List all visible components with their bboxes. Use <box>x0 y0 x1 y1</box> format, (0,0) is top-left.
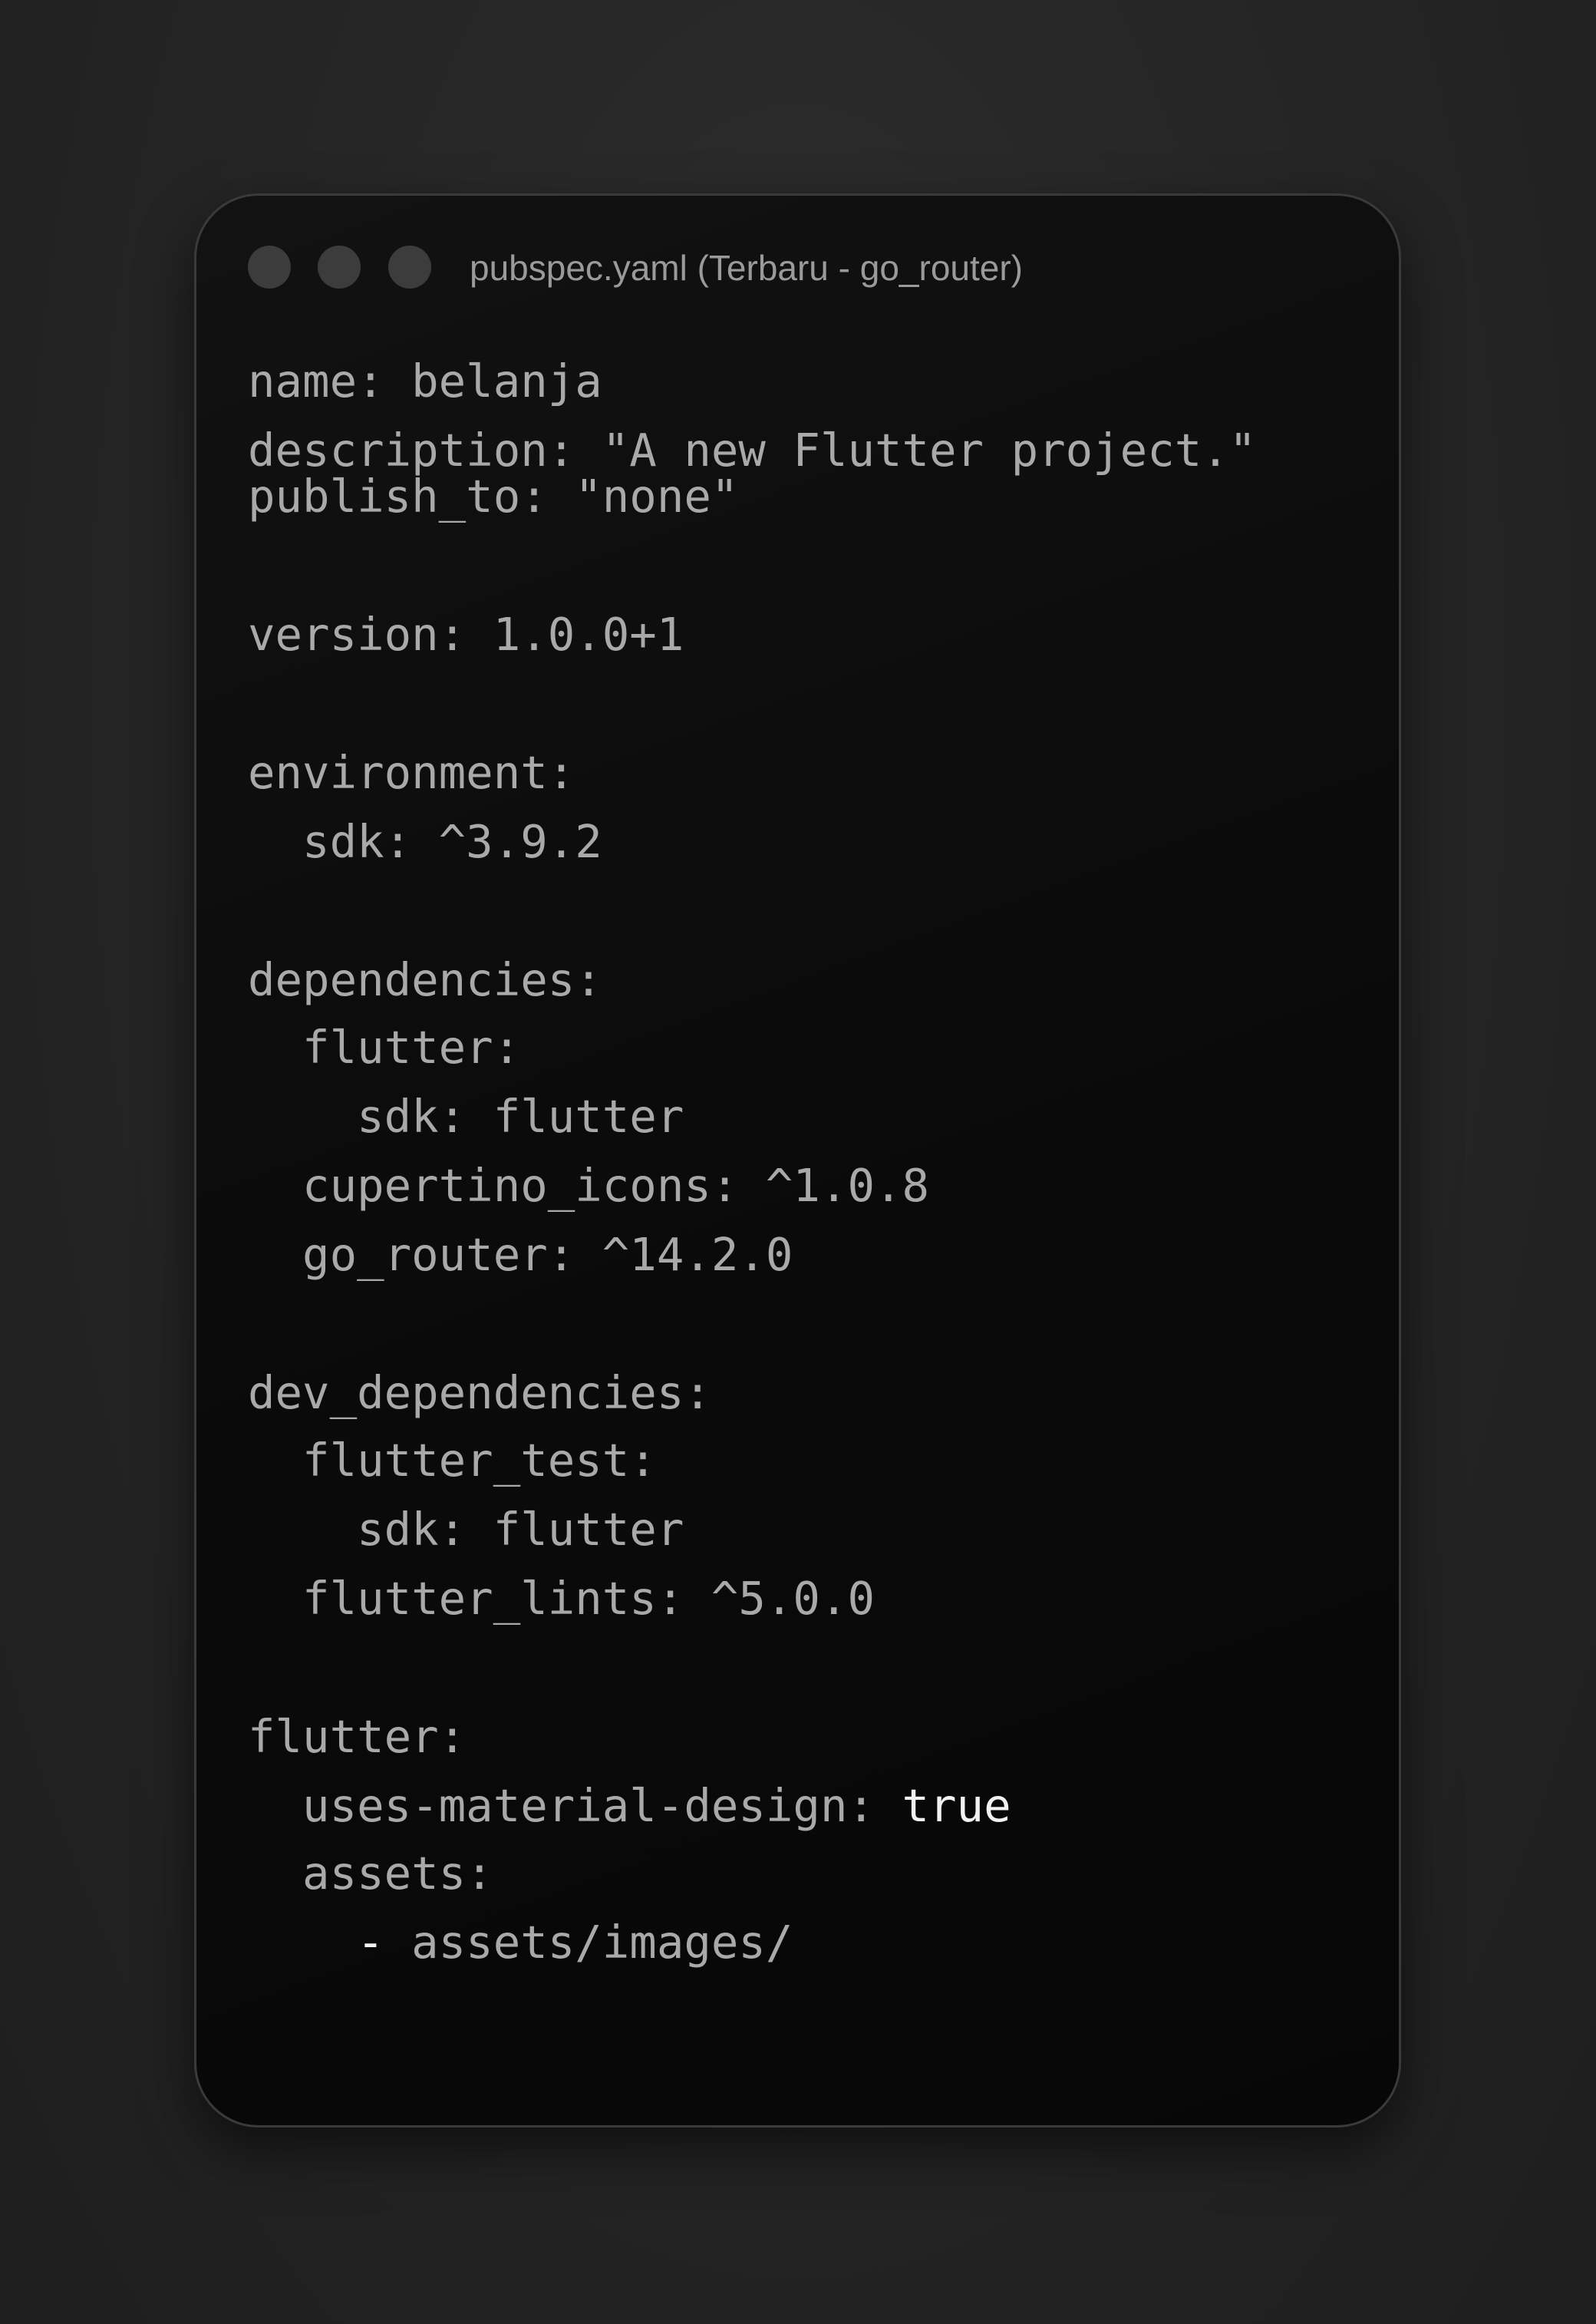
code-line-dependencies: dependencies: <box>248 953 602 1006</box>
code-line-go-router: go_router: ^14.2.0 <box>248 1228 793 1281</box>
code-line-dev-dependencies: dev_dependencies: <box>248 1366 711 1419</box>
code-line-name: name: belanja <box>248 355 602 408</box>
code-line-asset-item: - assets/images/ <box>248 1912 793 1973</box>
code-line-flutter-test: flutter_test: <box>248 1434 657 1487</box>
code-line-uses-material-design: uses-material-design: true <box>248 1775 1011 1837</box>
asset-list-dash: - <box>248 1916 384 1969</box>
minimize-window-dot[interactable] <box>318 246 361 289</box>
code-line-publish-to: publish_to: "none" <box>248 470 739 523</box>
title-bar: pubspec.yaml (Terbaru - go_router) <box>196 196 1399 289</box>
code-line-env-sdk: sdk: ^3.9.2 <box>248 815 602 868</box>
asset-path: assets/images/ <box>384 1916 793 1969</box>
code-line-environment: environment: <box>248 746 575 799</box>
code-line-dep-flutter: flutter: <box>248 1021 521 1074</box>
code-line-dep-flutter-sdk: sdk: flutter <box>248 1090 684 1143</box>
close-window-dot[interactable] <box>248 246 291 289</box>
maximize-window-dot[interactable] <box>388 246 431 289</box>
material-design-key: uses-material-design: <box>248 1779 902 1832</box>
code-line-version: version: 1.0.0+1 <box>248 608 684 661</box>
code-line-flutter-test-sdk: sdk: flutter <box>248 1503 684 1556</box>
code-line-cupertino-icons: cupertino_icons: ^1.0.8 <box>248 1159 930 1212</box>
code-line-flutter: flutter: <box>248 1710 467 1763</box>
code-window: pubspec.yaml (Terbaru - go_router) name:… <box>194 193 1401 2128</box>
material-design-value: true <box>902 1779 1011 1832</box>
code-line-assets: assets: <box>248 1847 493 1900</box>
code-line-flutter-lints: flutter_lints: ^5.0.0 <box>248 1572 875 1625</box>
window-title: pubspec.yaml (Terbaru - go_router) <box>470 248 1023 288</box>
